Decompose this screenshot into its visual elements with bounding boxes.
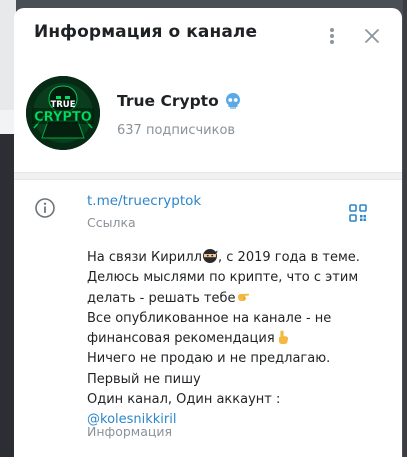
- section-divider: [14, 172, 402, 180]
- description-line-3: делать - решать тебе: [87, 289, 377, 309]
- avatar-logo-icon: TRUE CRYPTO: [26, 76, 100, 150]
- description-line-8: Один канал, Один аккаунт :: [87, 392, 281, 408]
- more-options-button[interactable]: [318, 22, 346, 50]
- panel-header: Информация о канале: [14, 8, 402, 62]
- panel-title: Информация о канале: [34, 22, 258, 42]
- channel-avatar[interactable]: TRUE CRYPTO: [26, 76, 100, 150]
- qr-code-button[interactable]: [348, 203, 368, 223]
- background-right-edge: [403, 0, 407, 457]
- info-icon: [35, 198, 55, 218]
- channel-link[interactable]: t.me/truecryptok: [87, 193, 201, 209]
- description-line-6: Ничего не продаю и не предлагаю.: [87, 351, 331, 367]
- pointing-hand-emoji-icon: [237, 293, 249, 301]
- more-vertical-icon-dot: [330, 34, 334, 38]
- channel-profile: TRUE CRYPTO True Crypto 637 подписчиков: [14, 62, 402, 172]
- avatar-text-line1: TRUE: [50, 100, 75, 110]
- description-text: На связи Кирилл: [87, 250, 202, 265]
- qr-code-icon: [349, 204, 367, 222]
- more-vertical-icon-dot: [330, 40, 334, 44]
- channel-description: На связи Кирилл , с 2019 года в теме. Де…: [87, 248, 377, 431]
- description-text: финансовая рекомендация: [87, 331, 275, 347]
- channel-name-text: True Crypto: [117, 92, 219, 110]
- description-label: Информация: [87, 424, 173, 439]
- description-line-4: Все опубликованное на канале - не: [87, 310, 332, 326]
- pointing-up-emoji-icon: [278, 330, 288, 345]
- close-icon: [365, 29, 379, 43]
- channel-info-panel: Информация о канале TRUE CRYPTO True Cry…: [14, 8, 402, 457]
- more-vertical-icon: [330, 28, 334, 32]
- avatar-text-line2: CRYPTO: [34, 110, 92, 125]
- description-text: , с 2019 года в теме.: [218, 250, 360, 265]
- description-line-1: На связи Кирилл , с 2019 года в теме.: [87, 248, 377, 268]
- subscriber-count: 637 подписчиков: [117, 123, 236, 138]
- close-button[interactable]: [358, 22, 386, 50]
- description-line-7: Первый не пишу: [87, 371, 201, 387]
- ninja-emoji-icon: [203, 249, 218, 263]
- channel-name: True Crypto: [117, 92, 241, 110]
- skull-icon: [225, 93, 240, 109]
- description-line-5: финансовая рекомендация: [87, 329, 377, 349]
- link-label: Ссылка: [87, 215, 136, 230]
- description-text: делать - решать тебе: [87, 290, 236, 306]
- description-line-2: Делюсь мыслями по крипте, что с этим: [87, 270, 359, 286]
